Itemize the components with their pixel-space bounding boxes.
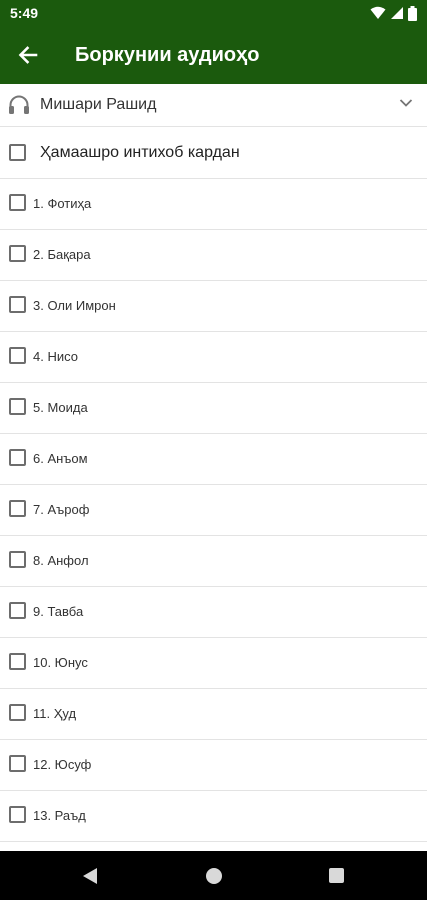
surah-label: 11. Ҳуд bbox=[33, 706, 77, 721]
arrow-left-icon bbox=[18, 46, 38, 64]
chevron-down-icon bbox=[399, 99, 413, 107]
surah-label: 8. Анфол bbox=[33, 553, 89, 568]
page-title: Боркунии аудиоҳо bbox=[75, 44, 260, 66]
select-all-label: Ҳамаашро интихоб кардан bbox=[40, 144, 240, 161]
app-bar: Боркунии аудиоҳо bbox=[0, 26, 427, 84]
list-item[interactable]: 3. Оли Имрон bbox=[0, 281, 427, 332]
back-triangle-icon[interactable] bbox=[82, 867, 98, 885]
status-time: 5:49 bbox=[10, 5, 39, 21]
list-item[interactable]: 4. Нисо bbox=[0, 332, 427, 383]
status-bar: 5:49 bbox=[0, 0, 427, 26]
surah-checkbox[interactable] bbox=[9, 653, 26, 670]
surah-checkbox[interactable] bbox=[9, 704, 26, 721]
list-item[interactable]: 1. Фотиҳа bbox=[0, 179, 427, 230]
select-all-row[interactable]: Ҳамаашро интихоб кардан bbox=[0, 127, 427, 179]
list-item[interactable]: 10. Юнус bbox=[0, 638, 427, 689]
home-circle-icon[interactable] bbox=[206, 868, 222, 884]
surah-label: 6. Анъом bbox=[33, 451, 88, 466]
reciter-label: Мишари Рашид bbox=[40, 96, 157, 113]
surah-checkbox[interactable] bbox=[9, 806, 26, 823]
surah-checkbox[interactable] bbox=[9, 347, 26, 364]
surah-label: 9. Тавба bbox=[33, 604, 84, 619]
list-item[interactable]: 6. Анъом bbox=[0, 434, 427, 485]
surah-label: 5. Моида bbox=[33, 400, 88, 415]
surah-checkbox[interactable] bbox=[9, 602, 26, 619]
system-nav-bar bbox=[0, 851, 427, 900]
surah-checkbox[interactable] bbox=[9, 398, 26, 415]
list-item[interactable]: 7. Аъроф bbox=[0, 485, 427, 536]
surah-label: 1. Фотиҳа bbox=[33, 196, 92, 211]
surah-label: 10. Юнус bbox=[33, 655, 88, 670]
list-item[interactable]: 9. Тавба bbox=[0, 587, 427, 638]
surah-label: 12. Юсуф bbox=[33, 757, 92, 772]
select-all-checkbox[interactable] bbox=[9, 144, 26, 161]
surah-checkbox[interactable] bbox=[9, 245, 26, 262]
surah-label: 7. Аъроф bbox=[33, 502, 90, 517]
list-item[interactable]: 13. Раъд bbox=[0, 791, 427, 842]
list-item[interactable]: 8. Анфол bbox=[0, 536, 427, 587]
status-icons bbox=[370, 5, 417, 21]
surah-checkbox[interactable] bbox=[9, 500, 26, 517]
recents-square-icon[interactable] bbox=[329, 868, 344, 883]
surah-label: 4. Нисо bbox=[33, 349, 78, 364]
list-item[interactable]: 5. Моида bbox=[0, 383, 427, 434]
battery-icon bbox=[408, 5, 417, 21]
surah-list[interactable]: 1. Фотиҳа 2. Бақара 3. Оли Имрон 4. Нисо… bbox=[0, 179, 427, 851]
list-item[interactable]: 12. Юсуф bbox=[0, 740, 427, 791]
list-item[interactable]: 11. Ҳуд bbox=[0, 689, 427, 740]
surah-checkbox[interactable] bbox=[9, 755, 26, 772]
surah-label: 2. Бақара bbox=[33, 247, 91, 262]
signal-icon bbox=[391, 7, 403, 19]
surah-label: 3. Оли Имрон bbox=[33, 298, 116, 313]
surah-checkbox[interactable] bbox=[9, 449, 26, 466]
surah-label: 13. Раъд bbox=[33, 808, 86, 823]
back-button[interactable] bbox=[12, 39, 44, 71]
surah-checkbox[interactable] bbox=[9, 296, 26, 313]
reciter-dropdown[interactable]: Мишари Рашид bbox=[0, 84, 427, 127]
surah-checkbox[interactable] bbox=[9, 194, 26, 211]
headphones-icon bbox=[9, 95, 29, 114]
wifi-icon bbox=[370, 6, 386, 19]
surah-checkbox[interactable] bbox=[9, 551, 26, 568]
list-item[interactable]: 2. Бақара bbox=[0, 230, 427, 281]
